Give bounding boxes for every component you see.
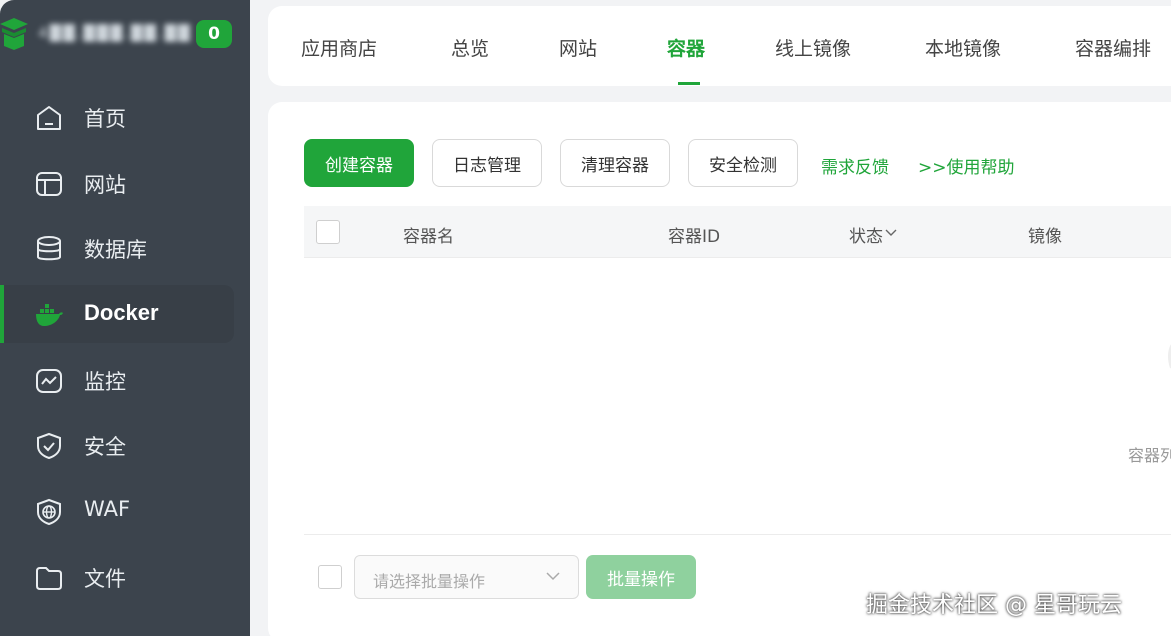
create-container-button[interactable]: 创建容器 [304, 139, 414, 187]
server-ip: 4██.███.██.██ [38, 24, 192, 42]
sidebar-item-label: 网站 [84, 172, 126, 197]
active-tab-indicator [678, 82, 700, 85]
website-icon [36, 171, 62, 196]
message-count-badge[interactable]: 0 [196, 20, 232, 48]
log-management-button[interactable]: 日志管理 [432, 139, 542, 187]
tab-online-images[interactable]: 线上镜像 [775, 34, 851, 61]
sidebar-item-label: 安全 [84, 435, 126, 460]
table-header: 容器名 容器ID 状态 镜像 [304, 206, 1171, 258]
batch-operation-button[interactable]: 批量操作 [586, 555, 696, 599]
sidebar-item-security[interactable]: 安全 [0, 416, 250, 474]
sidebar-item-label: 数据库 [84, 238, 147, 263]
container-panel: 创建容器 日志管理 清理容器 安全检测 需求反馈 >>使用帮助 容器名 容器ID… [268, 102, 1171, 636]
database-icon [37, 236, 61, 261]
sidebar-item-monitor[interactable]: 监控 [0, 351, 250, 409]
column-container-id: 容器ID [668, 227, 721, 247]
column-status-label: 状态 [849, 227, 883, 247]
watermark: 掘金技术社区 @ 星哥玩云 [866, 593, 1122, 618]
tab-overview[interactable]: 总览 [451, 34, 489, 61]
column-image: 镜像 [1028, 227, 1062, 247]
batch-operation-select[interactable]: 请选择批量操作 [354, 555, 579, 599]
tab-app-store[interactable]: 应用商店 [301, 34, 377, 61]
sidebar-item-label: 文件 [84, 566, 126, 591]
column-status[interactable]: 状态 [849, 222, 897, 247]
select-all-checkbox[interactable] [316, 220, 340, 244]
chevron-down-icon [546, 572, 560, 581]
sidebar-item-label: 首页 [84, 107, 126, 131]
sidebar-item-label: 监控 [84, 369, 126, 394]
sidebar-item-label: Docker [84, 300, 159, 326]
monitor-icon [36, 368, 62, 393]
sidebar-item-files[interactable]: 文件 [0, 548, 250, 606]
sidebar-item-waf[interactable]: WAF [0, 482, 250, 540]
empty-state-text: 容器列 [1128, 446, 1171, 465]
help-link[interactable]: >>使用帮助 [918, 153, 1015, 178]
docker-icon [36, 304, 63, 327]
folder-icon [36, 566, 62, 590]
sidebar-item-docker[interactable]: Docker [0, 285, 234, 344]
top-tab-bar: 应用商店 总览 网站 容器 线上镜像 本地镜像 容器编排 [268, 6, 1171, 86]
logo-icon [0, 18, 28, 50]
sidebar-item-home[interactable]: 首页 [0, 88, 250, 146]
tab-container[interactable]: 容器 [667, 34, 705, 61]
security-check-button[interactable]: 安全检测 [688, 139, 798, 187]
footer-divider [304, 534, 1171, 535]
chevron-down-icon [885, 229, 897, 236]
shield-icon [37, 433, 61, 460]
sidebar-item-database[interactable]: 数据库 [0, 219, 250, 277]
column-container-name: 容器名 [403, 227, 454, 247]
empty-state-icon [1168, 344, 1171, 369]
waf-icon [37, 499, 61, 526]
sidebar: 4██.███.██.██ 0 首页 网站 数据库 Docker 监控 安全 W… [0, 0, 250, 636]
sidebar-menu: 首页 网站 数据库 Docker 监控 安全 WAF 文件 [0, 88, 250, 614]
tab-compose[interactable]: 容器编排 [1075, 34, 1151, 61]
sidebar-header: 4██.███.██.██ 0 [0, 0, 250, 70]
sidebar-item-website[interactable]: 网站 [0, 154, 250, 212]
tab-local-images[interactable]: 本地镜像 [925, 34, 1001, 61]
clean-container-button[interactable]: 清理容器 [560, 139, 670, 187]
tab-website[interactable]: 网站 [559, 34, 597, 61]
feedback-link[interactable]: 需求反馈 [821, 153, 889, 178]
footer-select-all-checkbox[interactable] [318, 565, 342, 589]
batch-select-placeholder: 请选择批量操作 [373, 572, 486, 591]
sidebar-item-label: WAF [84, 497, 131, 522]
home-icon [37, 106, 61, 130]
